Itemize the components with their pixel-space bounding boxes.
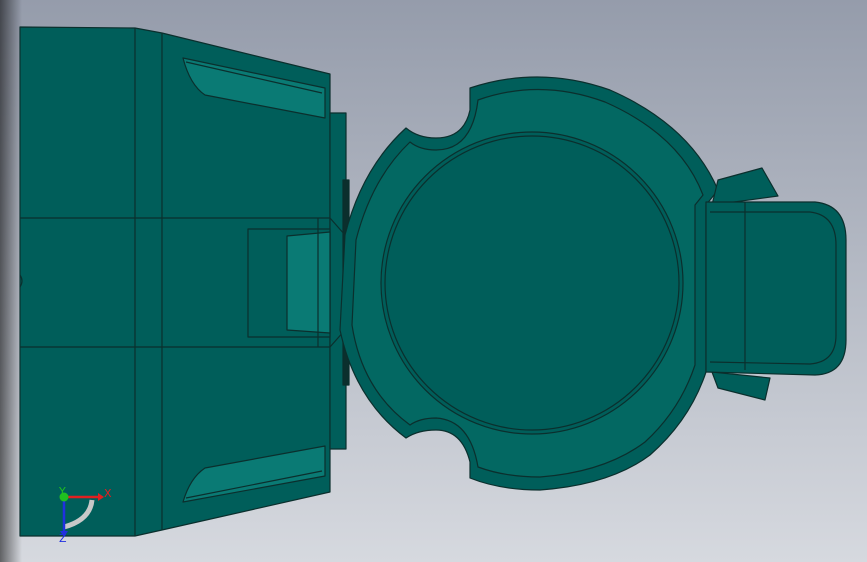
cap-inner-disc[interactable] — [380, 131, 684, 435]
center-bridge[interactable] — [247, 217, 346, 348]
x-axis-label: X — [104, 487, 112, 500]
y-axis-label: Y — [58, 485, 66, 498]
z-axis-label: Z — [59, 532, 67, 545]
viewport-left-shadow — [0, 0, 22, 562]
graphics-viewport[interactable]: X Y Z — [0, 0, 867, 562]
circular-cap[interactable] — [339, 76, 719, 491]
cad-model-view[interactable]: X Y Z — [0, 0, 867, 562]
